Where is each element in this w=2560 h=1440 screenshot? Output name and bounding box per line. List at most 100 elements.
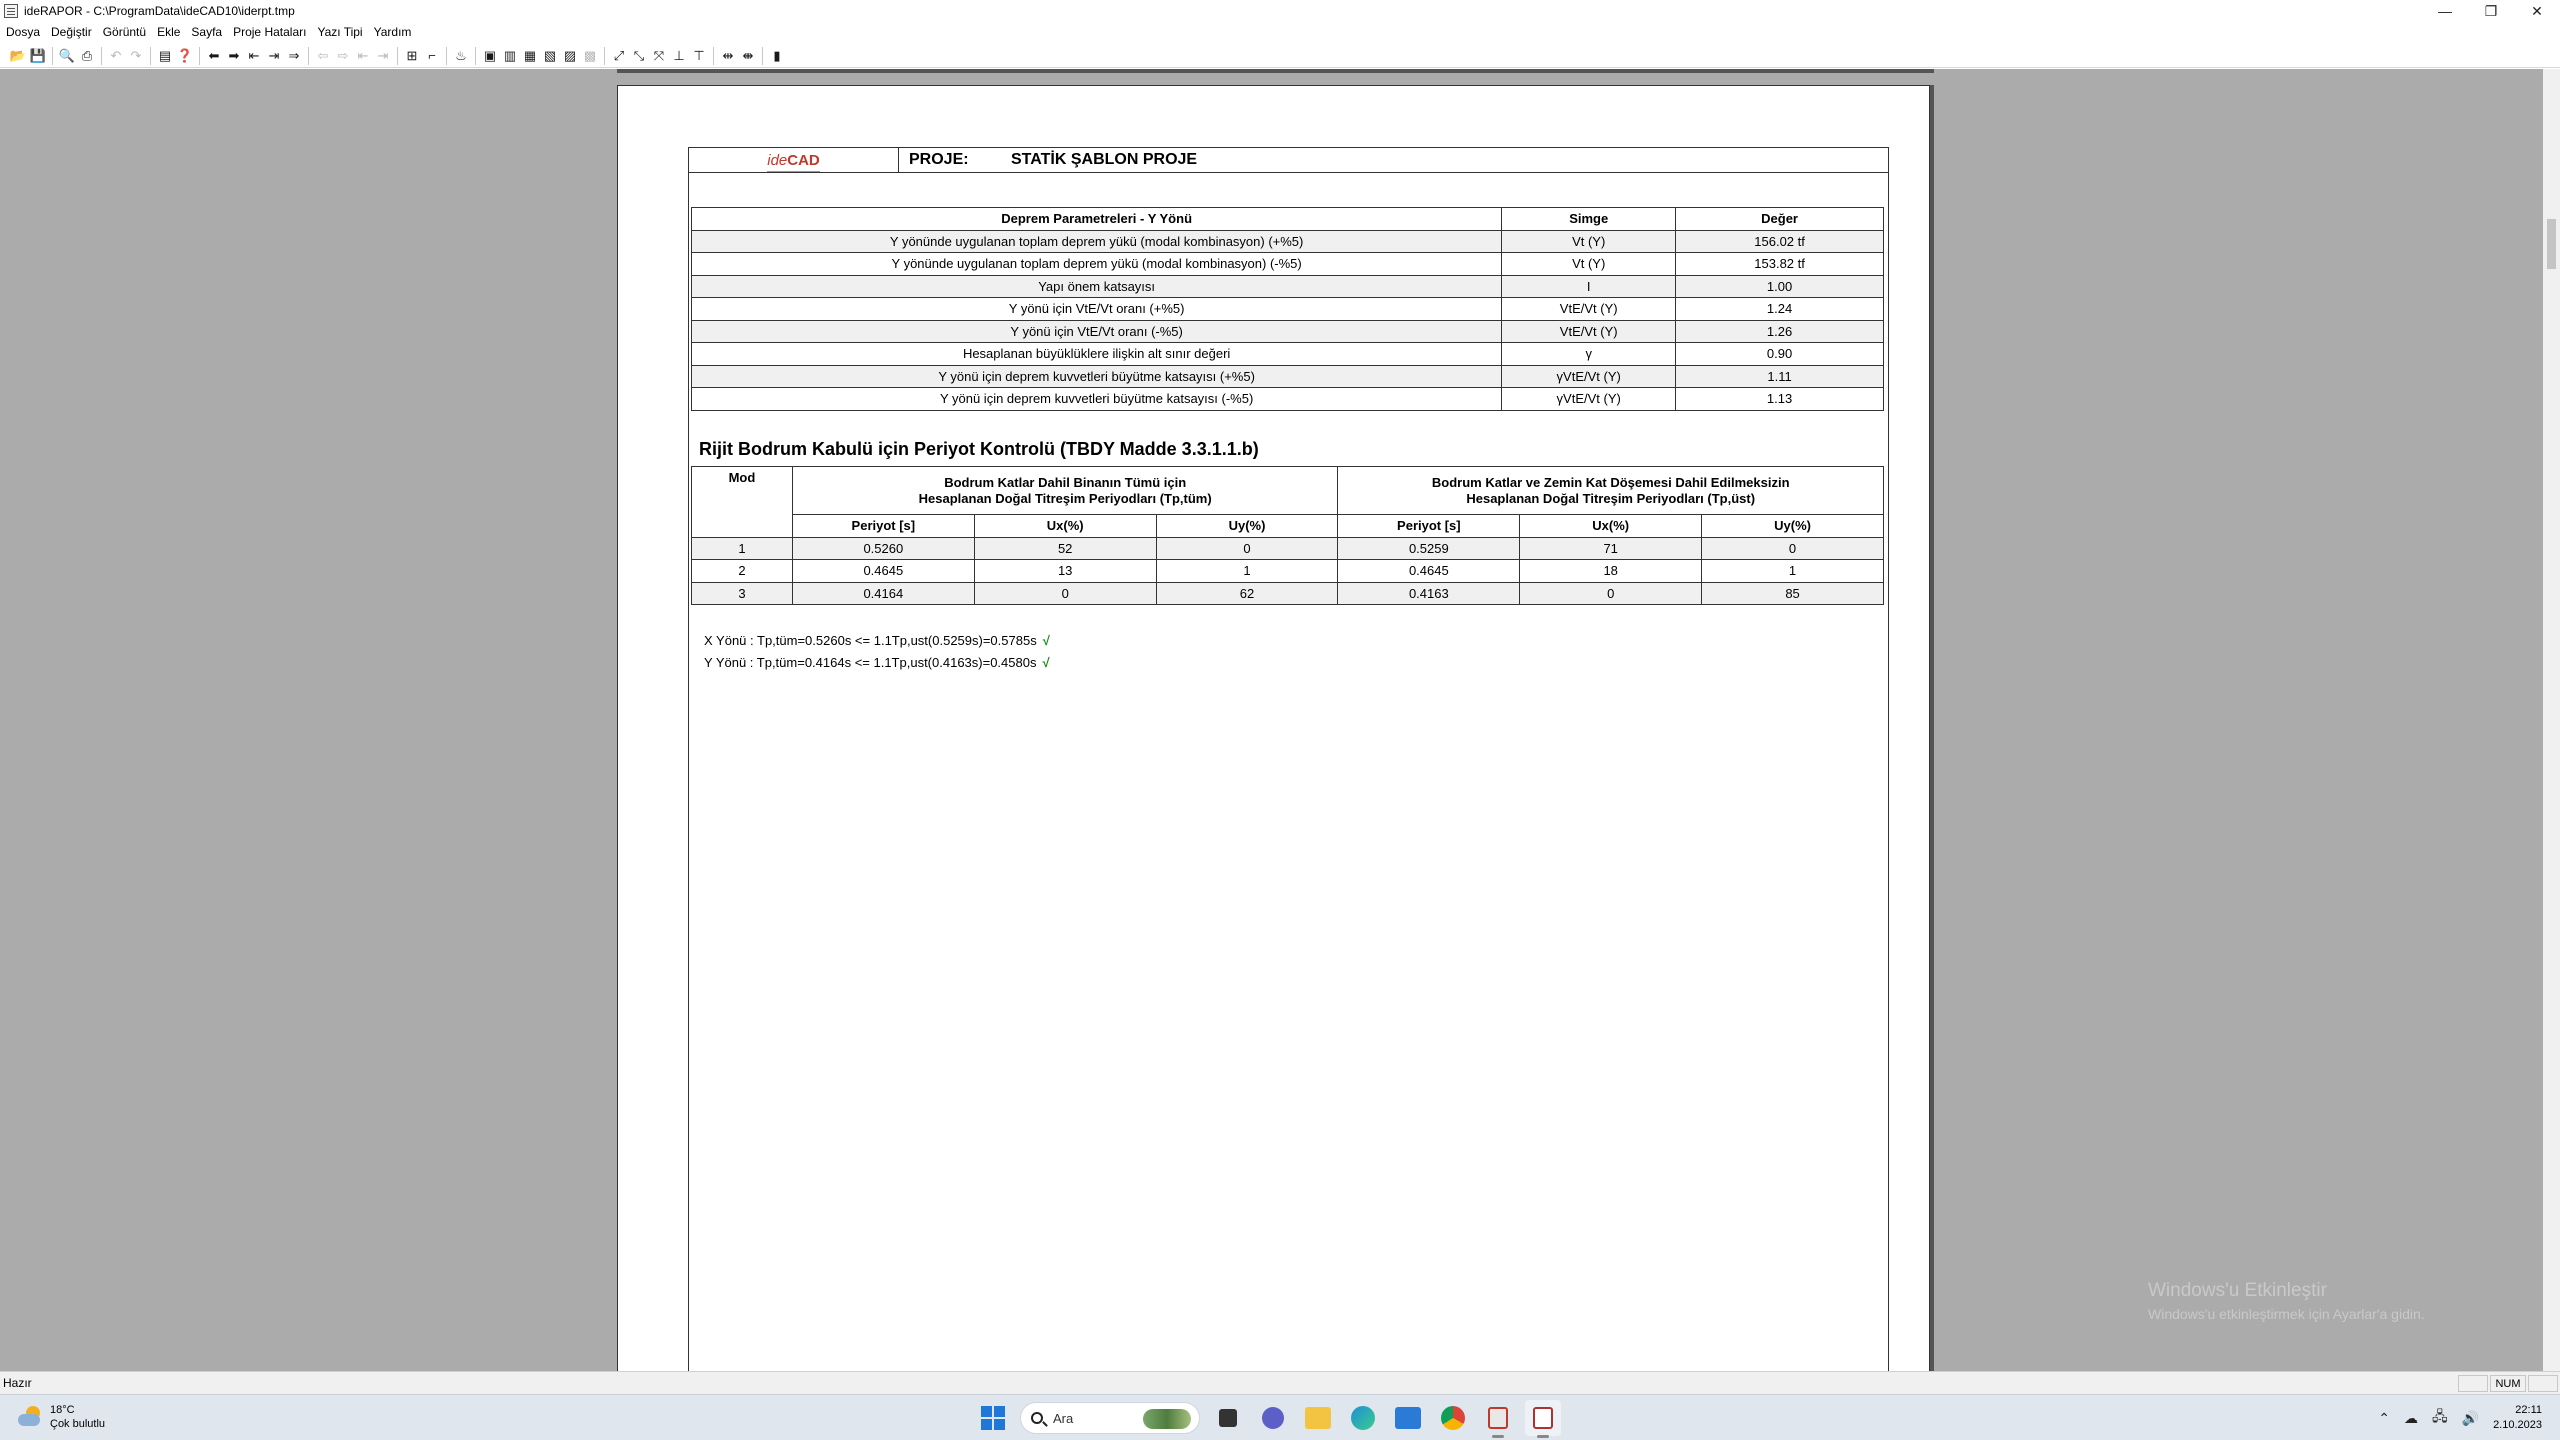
task-view-button[interactable]: [1210, 1400, 1246, 1436]
align-icon[interactable]: ⊥: [669, 46, 689, 66]
open-icon[interactable]: 📂: [8, 46, 28, 66]
col2-icon[interactable]: ▦: [520, 46, 540, 66]
period-header-group2: Bodrum Katlar ve Zemin Kat Döşemesi Dahi…: [1337, 466, 1884, 515]
volume-icon[interactable]: 🔊: [2462, 1410, 2479, 1427]
last-disabled-icon[interactable]: ⇥: [373, 46, 393, 66]
table-row: Hesaplanan büyüklüklere ilişkin alt sını…: [690, 342, 1884, 366]
close-button[interactable]: ✕: [2514, 0, 2560, 22]
zoom2-icon[interactable]: ⤡: [629, 46, 649, 66]
first-disabled-icon[interactable]: ⇤: [353, 46, 373, 66]
menu-degistir[interactable]: Değiştir: [51, 25, 92, 39]
watermark-line2: Windows'u etkinleştirmek için Ayarlar'a …: [2148, 1306, 2425, 1322]
find-icon[interactable]: ⇒: [284, 46, 304, 66]
app-icon: [4, 4, 18, 18]
eq-value: 1.11: [1675, 364, 1884, 388]
next-disabled-icon[interactable]: ⇨: [333, 46, 353, 66]
last-icon[interactable]: ⇥: [264, 46, 284, 66]
taskbar-apps: Ara: [975, 1400, 1570, 1438]
taskbar-search[interactable]: Ara: [1020, 1402, 1200, 1434]
network-icon[interactable]: 🖧: [2432, 1406, 2448, 1430]
eq-value: 156.02 tf: [1675, 229, 1884, 253]
iderapor-taskbar-button[interactable]: [1525, 1400, 1561, 1438]
toolbar-separator: [762, 46, 763, 65]
col1-icon[interactable]: ▥: [500, 46, 520, 66]
break-icon[interactable]: ⌐: [422, 46, 442, 66]
chart-icon[interactable]: ♨: [451, 46, 471, 66]
file-explorer-button[interactable]: [1300, 1400, 1336, 1436]
menu-ekle[interactable]: Ekle: [157, 25, 180, 39]
onedrive-cloud-icon[interactable]: ☁: [2404, 1410, 2418, 1427]
print-icon[interactable]: ⎙: [77, 46, 97, 66]
zoom-icon[interactable]: ⤢: [609, 46, 629, 66]
idecad-taskbar-button[interactable]: [1480, 1400, 1516, 1438]
x-check-mark-icon: √: [1042, 633, 1050, 648]
maximize-button[interactable]: ❐: [2468, 0, 2514, 22]
weather-widget[interactable]: 18°C Çok bulutlu: [16, 1403, 105, 1431]
first-icon[interactable]: ⇤: [244, 46, 264, 66]
page-top-edge: [617, 69, 1934, 73]
eq-param: Hesaplanan büyüklüklere ilişkin alt sını…: [690, 342, 1503, 366]
fitwidth-icon[interactable]: ⇼: [738, 46, 758, 66]
align2-icon[interactable]: ⊤: [689, 46, 709, 66]
window-controls: — ❐ ✕: [2422, 0, 2560, 22]
mod-cell: 3: [691, 581, 793, 605]
col5-icon[interactable]: ▩: [580, 46, 600, 66]
arrow-left-icon[interactable]: ⬅: [204, 46, 224, 66]
period-cell: 0.4163: [1337, 581, 1521, 605]
arrow-right-icon[interactable]: ➡: [224, 46, 244, 66]
ux-cell: 71: [1519, 536, 1703, 560]
save-icon[interactable]: 💾: [28, 46, 48, 66]
edge-icon: [1351, 1406, 1375, 1430]
teams-chat-button[interactable]: [1255, 1400, 1291, 1436]
edge-button[interactable]: [1345, 1400, 1381, 1436]
zoom3-icon[interactable]: ⤧: [649, 46, 669, 66]
system-tray: ⌃ ☁ 🖧 🔊 22:11 2.10.2023: [2378, 1395, 2560, 1440]
earthquake-parameters-table: Deprem Parametreleri - Y Yönü Simge Değe…: [690, 207, 1884, 411]
menu-proje-hatalari[interactable]: Proje Hataları: [233, 25, 306, 39]
mod-cell: 2: [691, 559, 793, 583]
uy-cell: 62: [1155, 581, 1339, 605]
start-button[interactable]: [975, 1400, 1011, 1436]
period-cell: 0.4164: [791, 581, 975, 605]
store-button[interactable]: [1390, 1400, 1426, 1436]
menu-goruntu[interactable]: Görüntü: [103, 25, 146, 39]
insert-icon[interactable]: ⊞: [402, 46, 422, 66]
layout-icon[interactable]: ▣: [480, 46, 500, 66]
undo-icon[interactable]: ↶: [106, 46, 126, 66]
menu-yardim[interactable]: Yardım: [374, 25, 412, 39]
report-workarea[interactable]: ideCAD PROJE: STATİK ŞABLON PROJE Deprem…: [0, 69, 2560, 1371]
y-direction-check: Y Yönü : Tp,tüm=0.4164s <= 1.1Tp,ust(0.4…: [704, 655, 1050, 670]
chevron-up-icon[interactable]: ⌃: [2378, 1410, 2390, 1427]
redo-icon[interactable]: ↷: [126, 46, 146, 66]
book-icon[interactable]: ▮: [767, 46, 787, 66]
toolbar-separator: [475, 46, 476, 65]
col4-icon[interactable]: ▨: [560, 46, 580, 66]
folder-icon: [1305, 1407, 1331, 1429]
ux-cell: 13: [973, 559, 1157, 583]
chrome-button[interactable]: [1435, 1400, 1471, 1436]
menu-dosya[interactable]: Dosya: [6, 25, 40, 39]
print-preview-icon[interactable]: 🔍: [57, 46, 77, 66]
prev-disabled-icon[interactable]: ⇦: [313, 46, 333, 66]
help-icon[interactable]: ❓: [175, 46, 195, 66]
toolbar-separator: [713, 46, 714, 65]
eq-param: Y yönünde uygulanan toplam deprem yükü (…: [690, 252, 1503, 276]
menu-sayfa[interactable]: Sayfa: [191, 25, 222, 39]
menu-yazi-tipi[interactable]: Yazı Tipi: [317, 25, 362, 39]
status-num-indicator: NUM: [2490, 1375, 2526, 1392]
eq-symbol: Vt (Y): [1501, 229, 1677, 253]
fit-icon[interactable]: ⇹: [718, 46, 738, 66]
store-icon: [1395, 1407, 1421, 1429]
period-cell: 0.5260: [791, 536, 975, 560]
subheader-uy-ust: Uy(%): [1701, 514, 1884, 538]
col3-icon[interactable]: ▧: [540, 46, 560, 66]
minimize-button[interactable]: —: [2422, 0, 2468, 22]
page-icon[interactable]: ▤: [155, 46, 175, 66]
subheader-ux-ust: Ux(%): [1519, 514, 1703, 538]
toolbar-separator: [199, 46, 200, 65]
eq-param: Y yönü için VtE/Vt oranı (+%5): [690, 297, 1503, 321]
vertical-scrollbar[interactable]: [2543, 69, 2560, 1371]
scrollbar-thumb[interactable]: [2547, 219, 2556, 269]
ux-cell: 0: [1519, 581, 1703, 605]
taskbar-clock[interactable]: 22:11 2.10.2023: [2493, 1403, 2542, 1433]
